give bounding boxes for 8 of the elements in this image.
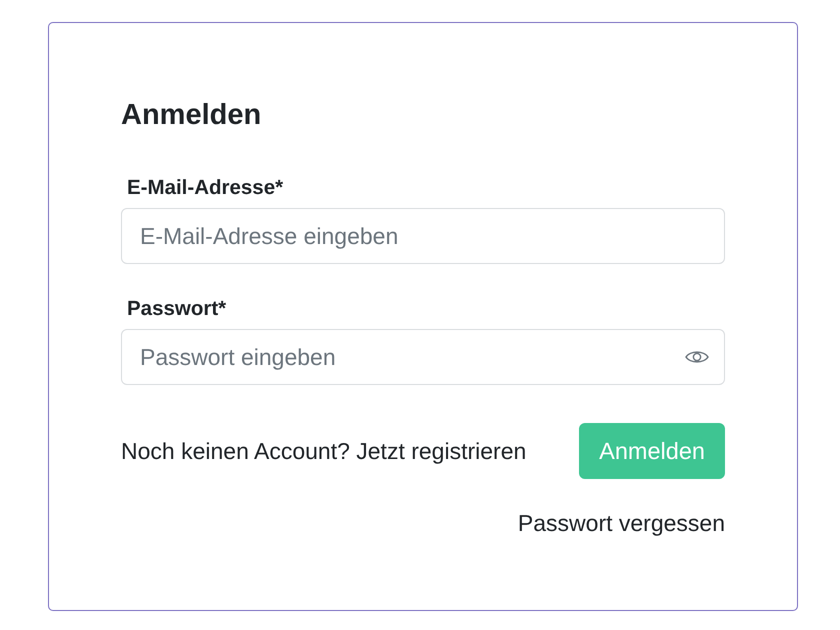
register-prompt[interactable]: Noch keinen Account? Jetzt registrieren <box>121 438 526 464</box>
field-label: Passwort* <box>127 296 226 321</box>
forgot-password-link[interactable]: Passwort vergessen <box>518 510 725 536</box>
eye-icon[interactable] <box>685 349 709 365</box>
password-field[interactable]: Passwort eingeben <box>121 329 725 385</box>
field-label: E-Mail-Adresse* <box>127 175 284 200</box>
login-title: Anmelden <box>121 99 262 131</box>
email-field[interactable]: E-Mail-Adresse eingeben <box>121 208 725 264</box>
